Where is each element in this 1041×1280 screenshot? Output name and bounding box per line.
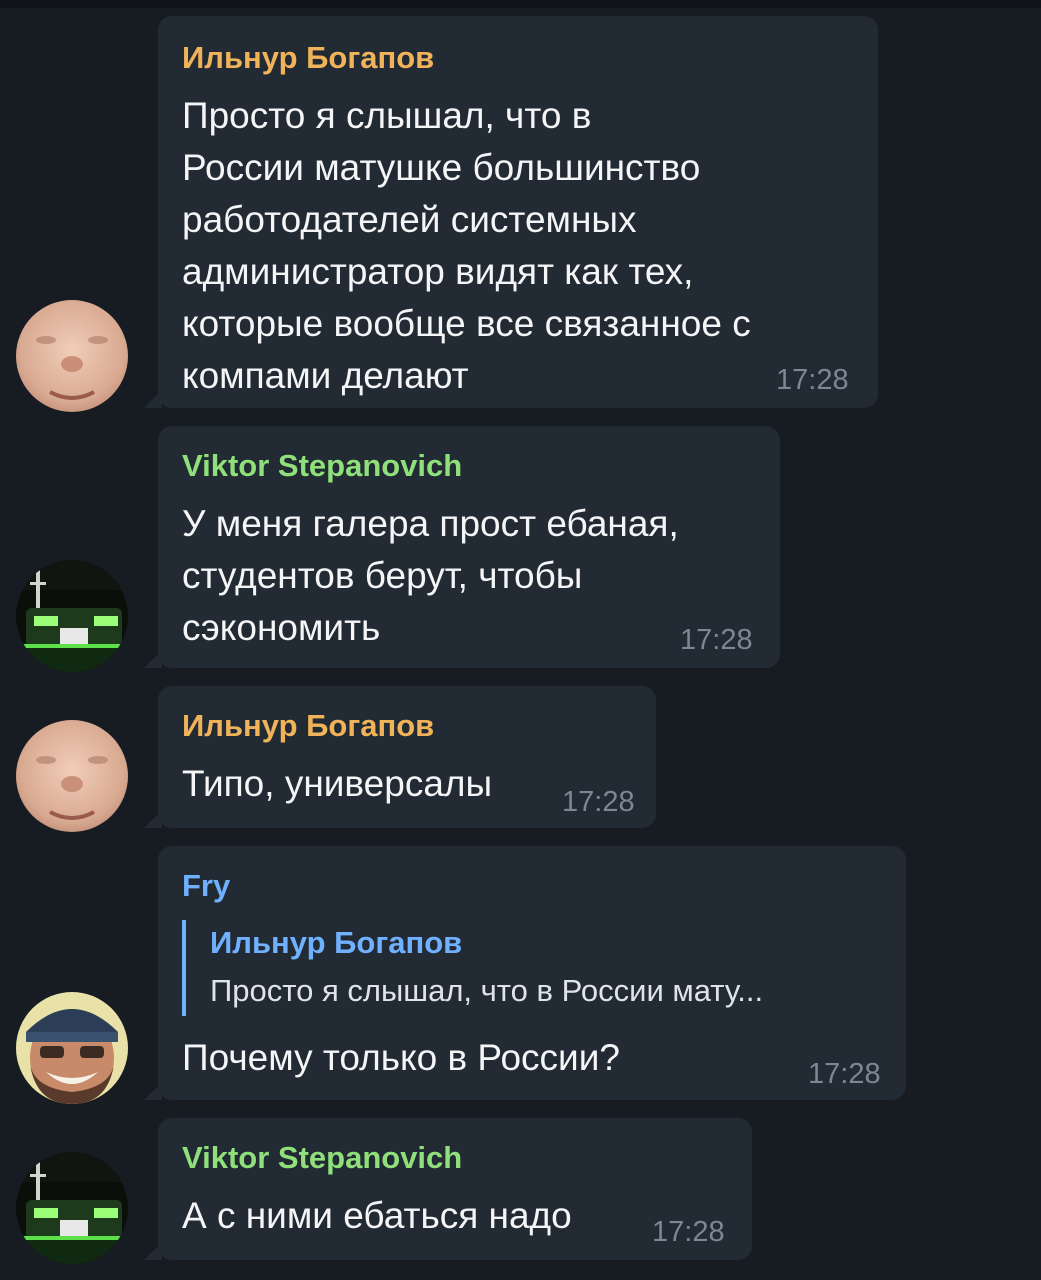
message-text: У меня галера прост ебаная, студентов бе…	[182, 503, 679, 648]
car-avatar-icon	[16, 1152, 128, 1264]
top-divider	[0, 0, 1041, 8]
avatar[interactable]	[16, 1152, 128, 1264]
message-text: Просто я слышал, что в России матушке бо…	[182, 95, 751, 396]
face-avatar-icon	[16, 720, 128, 832]
message-time: 17:28	[680, 624, 753, 656]
sender-name[interactable]: Ильнур Богапов	[182, 40, 434, 76]
message-bubble[interactable]: Viktor Stepanovich У меня галера прост е…	[158, 426, 780, 668]
message-time: 17:28	[808, 1058, 881, 1090]
sender-name[interactable]: Viktor Stepanovich	[182, 1140, 462, 1176]
beanie-avatar-icon	[16, 992, 128, 1104]
avatar[interactable]	[16, 300, 128, 412]
message-bubble[interactable]: Viktor Stepanovich А с ними ебаться надо…	[158, 1118, 752, 1260]
avatar[interactable]	[16, 720, 128, 832]
message-bubble[interactable]: Ильнур Богапов Типо, универсалы 17:28	[158, 686, 656, 828]
reply-quote[interactable]: Ильнур Богапов Просто я слышал, что в Ро…	[182, 920, 763, 1016]
message-text: Типо, универсалы	[182, 763, 493, 804]
message-text: Почему только в России?	[182, 1037, 620, 1078]
message-time: 17:28	[776, 364, 849, 396]
sender-name[interactable]: Viktor Stepanovich	[182, 448, 462, 484]
car-avatar-icon	[16, 560, 128, 672]
reply-sender-name: Ильнур Богапов	[210, 925, 463, 960]
sender-name[interactable]: Ильнур Богапов	[182, 708, 434, 744]
avatar[interactable]	[16, 560, 128, 672]
sender-name[interactable]: Fry	[182, 868, 230, 904]
reply-text: Просто я слышал, что в России мату...	[210, 973, 764, 1008]
face-avatar-icon	[16, 300, 128, 412]
message-bubble[interactable]: Fry Ильнур Богапов Просто я слышал, что …	[158, 846, 906, 1100]
avatar[interactable]	[16, 992, 128, 1104]
message-time: 17:28	[652, 1216, 725, 1248]
message-bubble[interactable]: Ильнур Богапов Просто я слышал, что в Ро…	[158, 16, 878, 408]
message-time: 17:28	[562, 786, 635, 818]
message-text: А с ними ебаться надо	[182, 1195, 572, 1236]
